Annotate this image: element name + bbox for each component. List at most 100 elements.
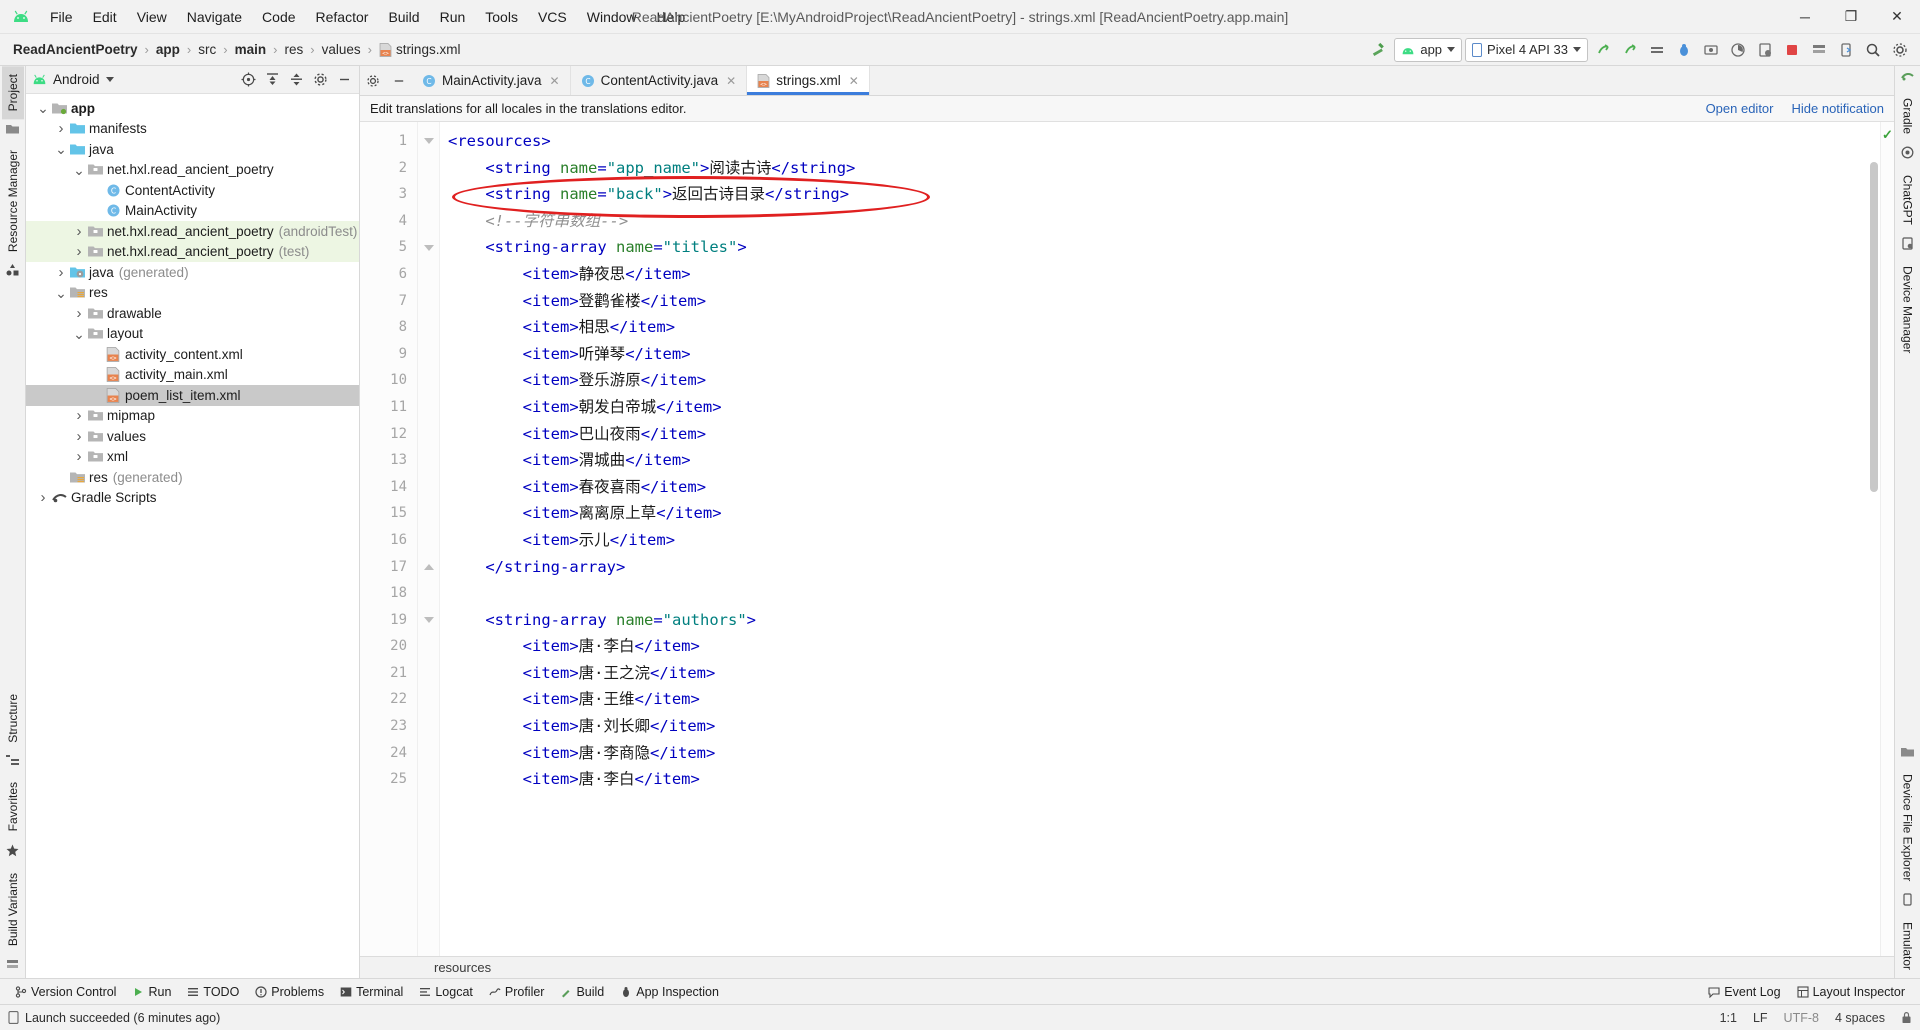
caret-position[interactable]: 1:1 (1720, 1011, 1737, 1025)
fold-toggle-icon[interactable] (418, 554, 439, 581)
menu-edit[interactable]: Edit (83, 5, 127, 29)
code-line[interactable]: <item>静夜思</item> (440, 261, 1880, 288)
breadcrumb-project[interactable]: ReadAncientPoetry (10, 40, 141, 59)
code-line[interactable]: <item>唐·李白</item> (440, 633, 1880, 660)
menu-view[interactable]: View (127, 5, 177, 29)
breadcrumb-src[interactable]: src (195, 40, 219, 59)
editor-settings-gear-icon[interactable] (360, 66, 386, 95)
hide-notification-link[interactable]: Hide notification (1792, 101, 1885, 116)
code-line[interactable]: <item>巴山夜雨</item> (440, 421, 1880, 448)
tree-node-manifests[interactable]: › manifests (26, 119, 359, 140)
code-line[interactable] (440, 580, 1880, 607)
close-button[interactable]: ✕ (1874, 0, 1920, 34)
code-text-area[interactable]: <resources> <string name="app_name">阅读古诗… (440, 122, 1880, 956)
expand-all-icon[interactable] (263, 71, 281, 89)
tree-node-gradle-scripts[interactable]: › Gradle Scripts (26, 488, 359, 509)
tool-button-version-control[interactable]: Version Control (8, 982, 123, 1002)
code-line[interactable]: <string name="app_name">阅读古诗</string> (440, 155, 1880, 182)
code-line[interactable]: <item>唐·王维</item> (440, 686, 1880, 713)
chevron-down-icon[interactable]: ⌄ (36, 101, 50, 115)
lock-icon[interactable] (1901, 1011, 1912, 1024)
chevron-right-icon[interactable]: › (36, 489, 50, 506)
chevron-right-icon[interactable]: › (72, 448, 86, 465)
target-icon[interactable] (239, 71, 257, 89)
tree-node-java[interactable]: ⌄ java (26, 139, 359, 160)
tool-tab-gradle[interactable]: Gradle (1897, 90, 1919, 142)
line-separator[interactable]: LF (1753, 1011, 1768, 1025)
code-line[interactable]: <item>唐·刘长卿</item> (440, 713, 1880, 740)
code-line[interactable]: <item>唐·李商隐</item> (440, 740, 1880, 767)
code-line[interactable]: <item>登鹳雀楼</item> (440, 288, 1880, 315)
tool-button-profiler[interactable]: Profiler (482, 982, 552, 1002)
editor-tab-contentactivity[interactable]: C ContentActivity.java ✕ (571, 66, 748, 95)
tree-node-layout[interactable]: ⌄ layout (26, 324, 359, 345)
maximize-button[interactable]: ❐ (1828, 0, 1874, 34)
breadcrumb-app[interactable]: app (153, 40, 183, 59)
collapse-all-icon[interactable] (287, 71, 305, 89)
chevron-right-icon[interactable]: › (54, 264, 68, 281)
breadcrumb-file[interactable]: <> strings.xml (376, 40, 464, 59)
tree-node-mainactivity[interactable]: C MainActivity (26, 201, 359, 222)
device-manager-icon[interactable] (1753, 38, 1777, 62)
code-line[interactable]: <item>朝发白帝城</item> (440, 394, 1880, 421)
code-line[interactable]: <item>春夜喜雨</item> (440, 474, 1880, 501)
tool-button-problems[interactable]: Problems (248, 982, 331, 1002)
stop-icon[interactable] (1780, 38, 1804, 62)
tool-tab-device-file-explorer[interactable]: Device File Explorer (1897, 766, 1919, 889)
close-icon[interactable]: ✕ (548, 74, 562, 88)
code-line[interactable]: <item>唐·李白</item> (440, 766, 1880, 793)
menu-window[interactable]: Window (577, 5, 647, 29)
gear-icon[interactable] (1888, 38, 1912, 62)
menu-run[interactable]: Run (430, 5, 476, 29)
tree-node-activity_content.xml[interactable]: <> activity_content.xml (26, 344, 359, 365)
tool-tab-emulator[interactable]: Emulator (1897, 914, 1919, 978)
chevron-right-icon[interactable]: › (72, 223, 86, 240)
tool-button-terminal[interactable]: Terminal (333, 982, 410, 1002)
chevron-down-icon[interactable]: ⌄ (72, 327, 86, 341)
editor-tab-mainactivity[interactable]: C MainActivity.java ✕ (412, 66, 571, 95)
chevron-right-icon[interactable]: › (72, 407, 86, 424)
tool-tab-device-manager[interactable]: Device Manager (1897, 258, 1919, 361)
debug-icon[interactable] (1672, 38, 1696, 62)
gear-icon[interactable] (311, 71, 329, 89)
tree-node-net.hxl.read_ancient_poetry[interactable]: › net.hxl.read_ancient_poetry (androidTest… (26, 221, 359, 242)
code-line[interactable]: </string-array> (440, 554, 1880, 581)
chevron-right-icon[interactable]: › (54, 120, 68, 137)
code-editor[interactable]: 1 2 3 4 5 6 7 8 9 10 11 12 13 14 15 16 17 18 19 20 21 22 23 24 2… (360, 122, 1894, 956)
tool-tab-chatgpt[interactable]: ChatGPT (1897, 167, 1919, 233)
code-line[interactable]: <string-array name="authors"> (440, 607, 1880, 634)
code-line[interactable]: <item>登乐游原</item> (440, 367, 1880, 394)
project-tree[interactable]: ⌄ app › manifests ⌄ java ⌄ net.hxl.read_ancient… (26, 94, 359, 978)
tool-button-layout-inspector[interactable]: Layout Inspector (1790, 982, 1912, 1002)
indent-setting[interactable]: 4 spaces (1835, 1011, 1885, 1025)
tool-tab-build-variants[interactable]: Build Variants (2, 865, 24, 954)
minimize-button[interactable]: ─ (1782, 0, 1828, 34)
tree-node-contentactivity[interactable]: C ContentActivity (26, 180, 359, 201)
editor-scrollbar[interactable] (1870, 162, 1878, 492)
build-hammer-icon[interactable] (1367, 38, 1391, 62)
tool-button-app-inspection[interactable]: App Inspection (613, 982, 726, 1002)
tree-node-net.hxl.read_ancient_poetry[interactable]: › net.hxl.read_ancient_poetry (test) (26, 241, 359, 262)
code-line[interactable]: <item>离离原上草</item> (440, 500, 1880, 527)
tree-node-app[interactable]: ⌄ app (26, 98, 359, 119)
open-editor-link[interactable]: Open editor (1706, 101, 1774, 116)
attach-debugger-icon[interactable] (1699, 38, 1723, 62)
device-selector[interactable]: Pixel 4 API 33 (1465, 37, 1588, 62)
rerun-icon[interactable] (1618, 38, 1642, 62)
tree-node-res[interactable]: res (generated) (26, 467, 359, 488)
file-encoding[interactable]: UTF-8 (1784, 1011, 1819, 1025)
code-line[interactable]: <item>听弹琴</item> (440, 341, 1880, 368)
code-line[interactable]: <item>示儿</item> (440, 527, 1880, 554)
code-line[interactable]: <string-array name="titles"> (440, 234, 1880, 261)
tool-tab-favorites[interactable]: Favorites (2, 774, 24, 839)
fold-toggle-icon[interactable] (418, 607, 439, 634)
tool-tab-project[interactable]: Project (1, 66, 24, 120)
menu-build[interactable]: Build (378, 5, 429, 29)
breadcrumb-main[interactable]: main (232, 40, 270, 59)
code-line[interactable]: <resources> (440, 128, 1880, 155)
menu-tools[interactable]: Tools (475, 5, 528, 29)
chevron-right-icon[interactable]: › (72, 243, 86, 260)
tree-node-res[interactable]: ⌄ res (26, 283, 359, 304)
code-line[interactable]: <item>相思</item> (440, 314, 1880, 341)
hide-editor-icon[interactable] (386, 66, 412, 95)
